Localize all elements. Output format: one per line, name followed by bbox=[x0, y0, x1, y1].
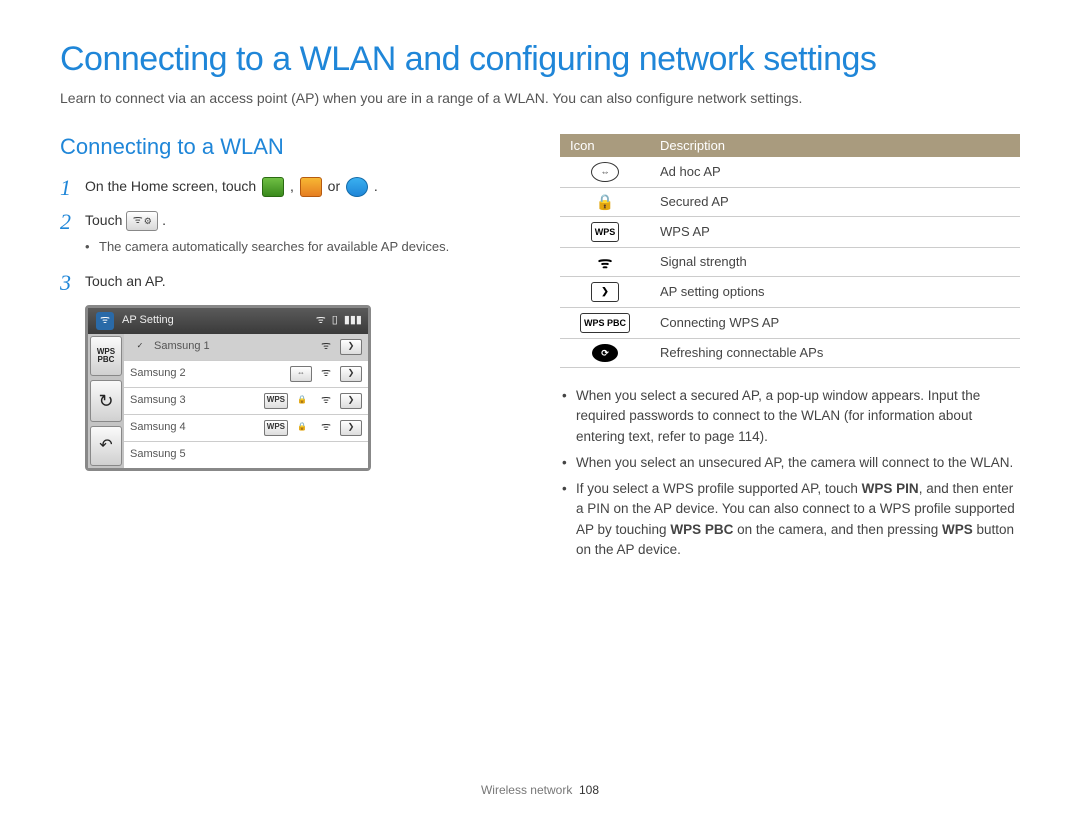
wifi-icon: ᯤ bbox=[592, 253, 618, 271]
step-1-text-a: On the Home screen, touch bbox=[85, 178, 260, 194]
ap-row[interactable]: Samsung 3WPS 🔒 ᯤ ❯ bbox=[124, 388, 368, 415]
table-header-icon: Icon bbox=[560, 134, 650, 157]
lock-icon: 🔒 bbox=[592, 193, 618, 211]
lock-icon: 🔒 bbox=[292, 394, 312, 408]
ap-setting-title: AP Setting bbox=[122, 312, 174, 330]
step-2-text-a: Touch bbox=[85, 212, 126, 228]
icon-table-body: ⇔ Ad hoc AP 🔒 Secured AP WPS WPS AP ᯤ Signal st… bbox=[560, 157, 1020, 368]
arrow-icon[interactable]: ❯ bbox=[340, 393, 362, 409]
wifi-icon: ᯤ bbox=[133, 212, 143, 230]
arrow-icon[interactable]: ❯ bbox=[340, 420, 362, 436]
home-icon-2 bbox=[300, 177, 322, 197]
lock-icon: 🔒 bbox=[292, 421, 312, 435]
home-icon-3 bbox=[346, 177, 368, 197]
step-2-sub: The camera automatically searches for av… bbox=[85, 237, 520, 258]
back-button[interactable]: ↶ bbox=[90, 426, 122, 466]
table-row: WPS PBC Connecting WPS AP bbox=[560, 307, 1020, 338]
ap-name: Samsung 1 bbox=[154, 338, 312, 356]
adhoc-icon: ⇔ bbox=[591, 162, 619, 182]
wps-icon: WPS bbox=[591, 222, 620, 242]
table-row: 🔒 Secured AP bbox=[560, 187, 1020, 216]
notes-list: When you select a secured AP, a pop-up w… bbox=[560, 386, 1020, 560]
settings-icon: ᯤ ⚙ bbox=[126, 211, 158, 231]
steps-list: On the Home screen, touch , or . Touch ᯤ… bbox=[60, 175, 520, 471]
step-1-text-b: , bbox=[290, 178, 298, 194]
page-footer: Wireless network 108 bbox=[0, 783, 1080, 797]
gear-icon: ⚙ bbox=[144, 214, 152, 228]
refresh-button[interactable]: ↻ bbox=[90, 380, 122, 422]
table-desc: Connecting WPS AP bbox=[650, 307, 1020, 338]
arrow-icon: ❯ bbox=[591, 282, 619, 302]
wps-icon: WPS bbox=[264, 393, 288, 409]
home-icon-1 bbox=[262, 177, 284, 197]
table-row: ⟳ Refreshing connectable APs bbox=[560, 338, 1020, 368]
note-3-wps: WPS bbox=[942, 522, 973, 537]
ap-row[interactable]: Samsung 4WPS 🔒 ᯤ ❯ bbox=[124, 415, 368, 442]
refresh-icon: ⟳ bbox=[592, 344, 618, 362]
ap-row[interactable]: Samsung 5 bbox=[124, 442, 368, 468]
table-row: WPS WPS AP bbox=[560, 216, 1020, 247]
ap-name: Samsung 5 bbox=[130, 446, 362, 464]
note-3-wpspbc: WPS PBC bbox=[670, 522, 733, 537]
page-title: Connecting to a WLAN and configuring net… bbox=[60, 40, 1020, 79]
step-1-text-c: or bbox=[328, 178, 344, 194]
wpspbc-icon: WPS PBC bbox=[580, 313, 630, 333]
ap-row[interactable]: ✓ Samsung 1 ᯤ ❯ bbox=[124, 334, 368, 361]
table-desc: Signal strength bbox=[650, 247, 1020, 276]
note-3-wpspin: WPS PIN bbox=[862, 481, 919, 496]
wifi-icon: ᯤ bbox=[316, 394, 336, 408]
note-3a: If you select a WPS profile supported AP… bbox=[576, 481, 862, 496]
adhoc-icon: ⇔ bbox=[290, 366, 312, 382]
table-desc: Secured AP bbox=[650, 187, 1020, 216]
ap-setting-screenshot: ᯤ AP Setting ᯤ ▯ ▮▮▮ WPS PBC ↻ ↶ bbox=[85, 305, 371, 471]
table-row: ᯤ Signal strength bbox=[560, 247, 1020, 276]
arrow-icon[interactable]: ❯ bbox=[340, 339, 362, 355]
footer-section: Wireless network bbox=[481, 783, 572, 797]
ap-name: Samsung 2 bbox=[130, 365, 286, 383]
note-2: When you select an unsecured AP, the cam… bbox=[560, 453, 1020, 473]
note-3e: on the camera, and then pressing bbox=[733, 522, 942, 537]
footer-page-number: 108 bbox=[579, 783, 599, 797]
table-desc: Ad hoc AP bbox=[650, 157, 1020, 188]
arrow-icon[interactable]: ❯ bbox=[340, 366, 362, 382]
table-header-desc: Description bbox=[650, 134, 1020, 157]
note-3: If you select a WPS profile supported AP… bbox=[560, 479, 1020, 560]
section-heading: Connecting to a WLAN bbox=[60, 134, 520, 160]
note-1: When you select a secured AP, a pop-up w… bbox=[560, 386, 1020, 447]
page-intro: Learn to connect via an access point (AP… bbox=[60, 89, 1020, 109]
table-desc: AP setting options bbox=[650, 276, 1020, 307]
icon-description-table: Icon Description ⇔Ad hoc AP🔒Secured APWP… bbox=[560, 134, 1020, 369]
step-2-text-b: . bbox=[162, 212, 166, 228]
status-sd-icon: ▯ bbox=[332, 312, 338, 330]
table-desc: Refreshing connectable APs bbox=[650, 338, 1020, 368]
status-battery-icon: ▮▮▮ bbox=[344, 312, 362, 330]
table-desc: WPS AP bbox=[650, 216, 1020, 247]
wps-pbc-button[interactable]: WPS PBC bbox=[90, 336, 122, 376]
wifi-icon: ᯤ bbox=[316, 421, 336, 435]
check-icon: ✓ bbox=[130, 340, 150, 354]
table-row: ❯ AP setting options bbox=[560, 276, 1020, 307]
ap-name: Samsung 4 bbox=[130, 419, 260, 437]
wps-icon: WPS bbox=[264, 420, 288, 436]
table-row: ⇔ Ad hoc AP bbox=[560, 157, 1020, 188]
ap-list: ✓Samsung 1ᯤ❯Samsung 2⇔ᯤ❯Samsung 3WPS🔒ᯤ❯S… bbox=[124, 334, 368, 468]
wifi-icon: ᯤ bbox=[316, 340, 336, 354]
wifi-header-icon: ᯤ bbox=[96, 312, 114, 330]
ap-row[interactable]: Samsung 2⇔ ᯤ ❯ bbox=[124, 361, 368, 388]
step-1-text-d: . bbox=[374, 178, 378, 194]
ap-setting-header: ᯤ AP Setting ᯤ ▯ ▮▮▮ bbox=[88, 308, 368, 334]
wifi-icon: ᯤ bbox=[316, 367, 336, 381]
step-3-text: Touch an AP. bbox=[85, 273, 166, 289]
ap-name: Samsung 3 bbox=[130, 392, 260, 410]
status-wifi-icon: ᯤ bbox=[316, 312, 326, 330]
